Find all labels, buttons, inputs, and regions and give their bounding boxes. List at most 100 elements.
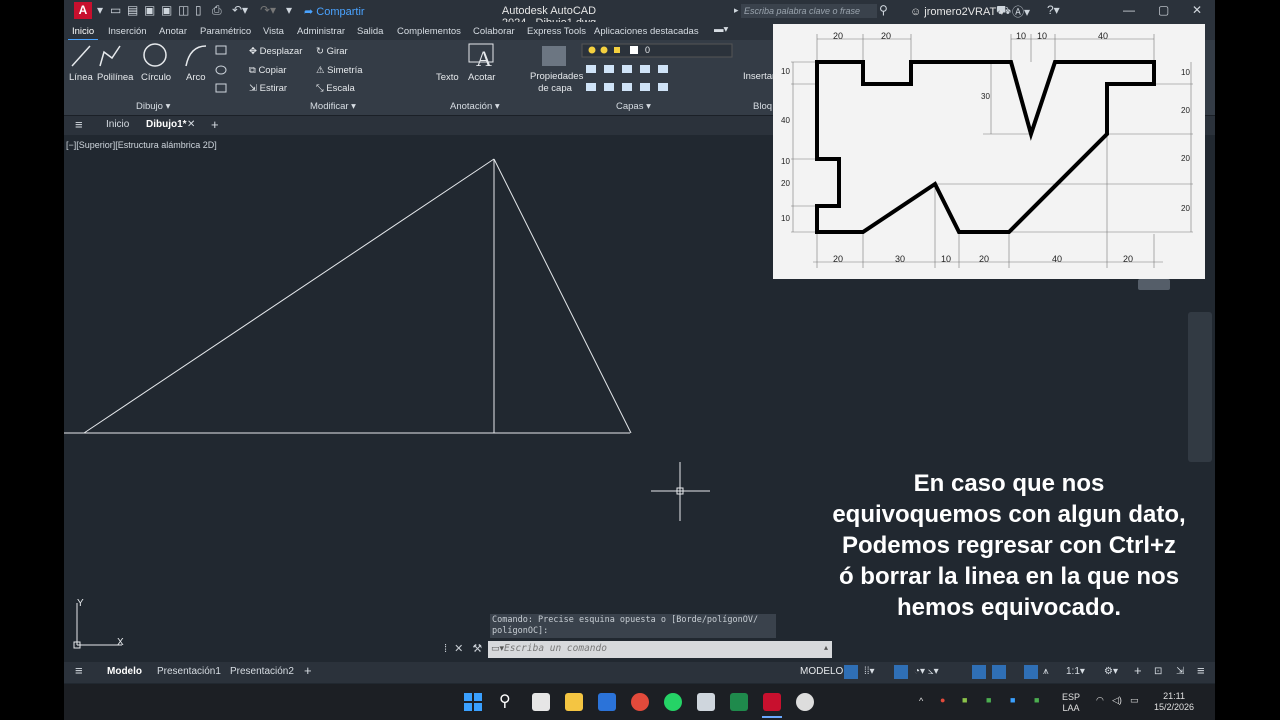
taskbar-search-icon[interactable]: ⚲: [499, 691, 511, 711]
whatsapp-icon[interactable]: [664, 693, 682, 711]
new-file-icon[interactable]: ▭: [110, 3, 121, 17]
tab-complementos[interactable]: Complementos: [397, 26, 461, 37]
polyline-button[interactable]: Polilínea: [97, 72, 133, 83]
snap-toggle-icon[interactable]: ⁞⁞▾: [864, 666, 875, 677]
ortho-toggle-icon[interactable]: [894, 665, 908, 679]
undo-icon[interactable]: ↶▾: [232, 3, 248, 17]
command-history-toggle-icon[interactable]: ▴: [824, 643, 828, 652]
volume-icon[interactable]: ◁): [1112, 695, 1122, 706]
search-input[interactable]: Escriba palabra clave o frase: [741, 4, 877, 18]
panel-title-draw[interactable]: Dibujo ▾: [136, 101, 170, 112]
app-menu-chevron-icon[interactable]: ▾: [97, 3, 103, 17]
circle-button[interactable]: Círculo: [141, 72, 171, 83]
save-icon[interactable]: ▣: [144, 3, 155, 17]
close-button[interactable]: ✕: [1192, 3, 1202, 17]
save-as-icon[interactable]: ▣: [161, 3, 172, 17]
redo-icon[interactable]: ↷▾: [260, 3, 276, 17]
command-recent-icon[interactable]: ▭▾: [491, 643, 504, 654]
web-icon[interactable]: ◫: [178, 3, 189, 17]
autodesk-a360-icon[interactable]: Ⓐ▾: [1012, 3, 1030, 20]
units-icon[interactable]: ⊡: [1154, 666, 1162, 677]
line-button[interactable]: Línea: [69, 72, 93, 83]
windows-start-icon[interactable]: [464, 693, 482, 711]
command-close-icon[interactable]: ✕: [454, 643, 463, 655]
help-icon[interactable]: ?▾: [1047, 3, 1060, 17]
tray-app-icon-2[interactable]: ■: [962, 695, 967, 706]
layer-properties-button[interactable]: Propiedades de capa: [530, 71, 583, 95]
search-icon[interactable]: ⚲: [879, 3, 888, 17]
panel-title-annotation[interactable]: Anotación ▾: [450, 101, 500, 112]
share-button[interactable]: ➦ Compartir: [304, 5, 365, 18]
tab-express-tools[interactable]: Express Tools: [527, 26, 586, 37]
tray-app-icon-4[interactable]: ■: [1010, 695, 1015, 706]
tab-inicio[interactable]: Inicio: [72, 26, 94, 37]
command-grip-icon[interactable]: ⁞: [444, 643, 447, 655]
dimension-button[interactable]: Acotar: [468, 72, 495, 83]
customize-icon[interactable]: ▾: [286, 3, 292, 17]
close-tab-icon[interactable]: ✕: [187, 119, 195, 130]
task-view-icon[interactable]: [532, 693, 550, 711]
panel-title-layers[interactable]: Capas ▾: [616, 101, 651, 112]
excel-icon[interactable]: [730, 693, 748, 711]
print-icon[interactable]: ⎙: [212, 3, 222, 18]
tab-insercion[interactable]: Inserción: [108, 26, 147, 37]
chrome-icon[interactable]: [631, 693, 649, 711]
text-button[interactable]: Texto: [436, 72, 459, 83]
file-explorer-icon[interactable]: [565, 693, 583, 711]
grid-toggle-icon[interactable]: [844, 665, 858, 679]
new-tab-icon[interactable]: +: [211, 117, 219, 132]
settings-app-icon[interactable]: [796, 693, 814, 711]
scale-button[interactable]: ⤡ Escala: [316, 83, 355, 94]
tab-colaborar[interactable]: Colaborar: [473, 26, 515, 37]
arc-button[interactable]: Arco: [186, 72, 206, 83]
ribbon-toggle-icon[interactable]: ▬▾: [714, 24, 728, 35]
tray-app-icon-1[interactable]: ●: [940, 695, 945, 706]
tab-salida[interactable]: Salida: [357, 26, 383, 37]
tab-layout2[interactable]: Presentación2: [230, 666, 294, 677]
annotation-scale[interactable]: 1:1▾: [1066, 666, 1085, 677]
insert-button[interactable]: Insertar: [743, 71, 775, 82]
autocad-taskbar-icon[interactable]: [763, 693, 781, 711]
file-menu-icon[interactable]: ≡: [75, 117, 83, 132]
copy-button[interactable]: ⧉ Copiar: [249, 65, 286, 76]
wifi-icon[interactable]: ◠: [1096, 695, 1104, 706]
clock[interactable]: 21:11 15/2/2026: [1154, 691, 1194, 713]
model-space-toggle[interactable]: MODELO: [800, 666, 843, 677]
tab-aplicaciones[interactable]: Aplicaciones destacadas: [594, 26, 699, 37]
navigation-bar[interactable]: [1188, 312, 1212, 462]
tray-chevron-icon[interactable]: ^: [919, 696, 923, 707]
panel-title-block[interactable]: Bloq: [753, 101, 772, 112]
maximize-button[interactable]: ▢: [1158, 3, 1169, 17]
tab-layout1[interactable]: Presentación1: [157, 666, 221, 677]
tab-model[interactable]: Modelo: [107, 666, 142, 677]
customize-status-icon[interactable]: ≡: [1197, 663, 1205, 678]
selection-cycling-icon[interactable]: [992, 665, 1006, 679]
autoscale-icon[interactable]: ⩚: [1043, 666, 1049, 677]
command-input[interactable]: ▭▾ Escriba un comando ▴: [488, 641, 832, 658]
search-expand-icon[interactable]: ▸: [734, 5, 739, 16]
open-folder-icon[interactable]: ▤: [127, 3, 138, 17]
mirror-button[interactable]: ⚠ Simetría: [316, 65, 363, 76]
minimize-button[interactable]: —: [1123, 3, 1135, 17]
phone-icon[interactable]: ▯: [195, 3, 202, 17]
layer-current-value[interactable]: 0: [645, 45, 650, 55]
viewcube-wcs-icon[interactable]: [1138, 279, 1170, 290]
fullscreen-icon[interactable]: ⇲: [1176, 666, 1184, 677]
battery-icon[interactable]: ▭: [1130, 695, 1139, 706]
tab-start[interactable]: Inicio: [106, 119, 129, 130]
panel-title-modify[interactable]: Modificar ▾: [310, 101, 356, 112]
outlook-icon[interactable]: [598, 693, 616, 711]
user-menu[interactable]: ☺ jromero2VRAT ▾: [910, 5, 1005, 18]
polar-toggle-icon[interactable]: ◔▾ ⦣▾: [914, 666, 939, 677]
tab-vista[interactable]: Vista: [263, 26, 284, 37]
annotation-monitor-icon[interactable]: +: [1134, 663, 1142, 678]
command-customize-icon[interactable]: ⚒: [472, 643, 482, 655]
add-layout-icon[interactable]: +: [304, 663, 312, 678]
tray-app-icon-5[interactable]: ■: [1034, 695, 1039, 706]
move-button[interactable]: ✥ Desplazar: [249, 46, 302, 57]
workspace-gear-icon[interactable]: ⚙▾: [1104, 666, 1118, 677]
osnap-toggle-icon[interactable]: [972, 665, 986, 679]
tab-anotar[interactable]: Anotar: [159, 26, 187, 37]
rotate-button[interactable]: ↻ Girar: [316, 46, 348, 57]
tray-app-icon-3[interactable]: ■: [986, 695, 991, 706]
